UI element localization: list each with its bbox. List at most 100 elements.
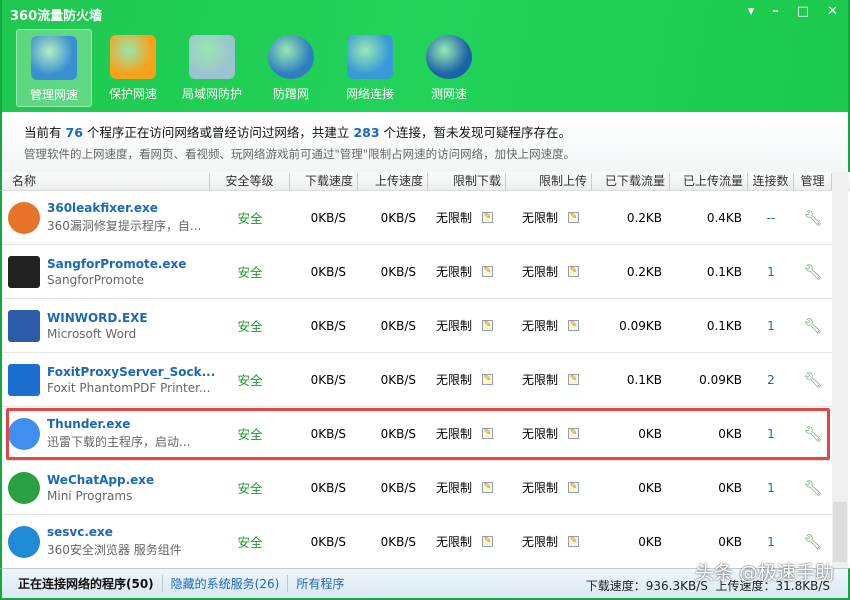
summary-line: 当前有76个程序正在访问网络或曾经访问过网络，共建立283个连接，暂未发现可疑程… xyxy=(24,122,571,141)
program-name: WeChatApp.exe xyxy=(47,473,154,487)
table-row[interactable]: Thunder.exe迅雷下载的主程序，启动... 安全 0KB/S 0KB/S… xyxy=(2,407,832,461)
limit-upload: 无限制✎ xyxy=(506,209,592,226)
edit-icon[interactable]: ✎ xyxy=(568,320,579,331)
vertical-scrollbar[interactable] xyxy=(832,172,848,568)
summary-panel: 当前有76个程序正在访问网络或曾经访问过网络，共建立283个连接，暂未发现可疑程… xyxy=(0,112,850,172)
toolbar-item-4[interactable]: 网络连接 xyxy=(332,29,408,107)
edit-icon[interactable]: ✎ xyxy=(482,266,493,277)
limit-upload: 无限制✎ xyxy=(506,263,592,280)
tab-all-programs[interactable]: 所有程序 xyxy=(288,575,352,592)
menu-dropdown-icon[interactable]: ▾ xyxy=(748,4,755,19)
edit-icon[interactable]: ✎ xyxy=(568,428,579,439)
edit-icon[interactable]: ✎ xyxy=(568,212,579,223)
connection-count[interactable]: 1 xyxy=(748,427,794,441)
edit-icon[interactable]: ✎ xyxy=(482,536,493,547)
toolbar-item-5[interactable]: 测网速 xyxy=(411,29,487,107)
wrench-icon[interactable]: 🔧︎ xyxy=(794,371,832,389)
edit-icon[interactable]: ✎ xyxy=(568,374,579,385)
toolbar-item-0[interactable]: 管理网速 xyxy=(16,29,92,107)
col-limit-upload[interactable]: 限制上传 xyxy=(506,173,592,190)
uploaded-traffic: 0.1KB xyxy=(670,265,748,279)
limit-download-value: 无限制 xyxy=(436,371,472,388)
header-bar: 360流量防火墙 ▾ – □ ✕ 管理网速保护网速局域网防护防蹭网网络连接测网速 xyxy=(0,0,850,112)
program-name: WINWORD.EXE xyxy=(47,311,148,325)
limit-upload: 无限制✎ xyxy=(506,425,592,442)
toolbar-label: 管理网速 xyxy=(17,86,91,103)
connection-count[interactable]: -- xyxy=(748,211,794,225)
360-browser-icon xyxy=(8,526,40,558)
limit-download-value: 无限制 xyxy=(436,317,472,334)
limit-download-value: 无限制 xyxy=(436,425,472,442)
download-speed: 0KB/S xyxy=(290,481,358,495)
connection-count[interactable]: 1 xyxy=(748,481,794,495)
brick-wall-icon xyxy=(189,35,235,79)
program-table: 360leakfixer.exe 360漏洞修复提示程序，自... 安全 0KB/… xyxy=(0,191,832,568)
wrench-icon[interactable]: 🔧︎ xyxy=(794,317,832,335)
col-downloaded[interactable]: 已下载流量 xyxy=(592,173,670,190)
edit-icon[interactable]: ✎ xyxy=(568,536,579,547)
safety-level: 安全 xyxy=(210,370,290,389)
upload-speed: 0KB/S xyxy=(358,373,428,387)
scrollbar-thumb[interactable] xyxy=(833,502,847,562)
barcode-icon xyxy=(8,256,40,288)
table-row[interactable]: WINWORD.EXEMicrosoft Word 安全 0KB/S 0KB/S… xyxy=(2,299,832,353)
col-upload-speed[interactable]: 上传速度 xyxy=(358,173,428,190)
wrench-icon[interactable]: 🔧︎ xyxy=(794,479,832,497)
tab-connected-programs[interactable]: 正在连接网络的程序(50) xyxy=(2,575,163,592)
edit-icon[interactable]: ✎ xyxy=(482,374,493,385)
wrench-icon[interactable]: 🔧︎ xyxy=(794,533,832,551)
download-speed: 0KB/S xyxy=(290,319,358,333)
edit-icon[interactable]: ✎ xyxy=(482,320,493,331)
table-row[interactable]: FoxitProxyServer_Sock... Foxit PhantomPDF… xyxy=(2,353,832,407)
connection-count[interactable]: 1 xyxy=(748,535,794,549)
foxit-window-icon xyxy=(8,364,40,396)
col-name[interactable]: 名称 xyxy=(2,173,210,190)
connection-count[interactable]: 1 xyxy=(748,265,794,279)
connection-count[interactable]: 1 xyxy=(748,319,794,333)
table-row[interactable]: WeChatApp.exeMini Programs 安全 0KB/S 0KB/… xyxy=(2,461,832,515)
table-row[interactable]: SangforPromote.exeSangforPromote 安全 0KB/… xyxy=(2,245,832,299)
minimize-icon[interactable]: – xyxy=(772,4,779,19)
upload-speed: 0KB/S xyxy=(358,535,428,549)
connection-count[interactable]: 2 xyxy=(748,373,794,387)
program-count: 76 xyxy=(66,125,83,140)
downloaded-traffic: 0.2KB xyxy=(592,211,670,225)
wrench-icon[interactable]: 🔧︎ xyxy=(794,425,832,443)
close-icon[interactable]: ✕ xyxy=(827,4,838,19)
wrench-icon[interactable]: 🔧︎ xyxy=(794,209,832,227)
col-safety[interactable]: 安全等级 xyxy=(210,173,290,190)
edit-icon[interactable]: ✎ xyxy=(482,482,493,493)
limit-upload: 无限制✎ xyxy=(506,317,592,334)
limit-download-value: 无限制 xyxy=(436,209,472,226)
col-limit-download[interactable]: 限制下载 xyxy=(428,173,506,190)
toolbar-label: 保护网速 xyxy=(95,85,171,102)
globe-shield-icon xyxy=(268,35,314,79)
edit-icon[interactable]: ✎ xyxy=(568,266,579,277)
program-cell: sesvc.exe360安全浏览器 服务组件 xyxy=(2,525,210,558)
toolbar-item-1[interactable]: 保护网速 xyxy=(95,29,171,107)
limit-upload-value: 无限制 xyxy=(522,479,558,496)
col-connections[interactable]: 连接数 xyxy=(748,173,794,190)
program-name: 360leakfixer.exe xyxy=(47,201,201,215)
edit-icon[interactable]: ✎ xyxy=(482,428,493,439)
downloaded-traffic: 0.09KB xyxy=(592,319,670,333)
program-name: FoxitProxyServer_Sock... xyxy=(47,365,215,379)
col-manage[interactable]: 管理 xyxy=(794,173,832,190)
wrench-icon[interactable]: 🔧︎ xyxy=(794,263,832,281)
program-cell: 360leakfixer.exe 360漏洞修复提示程序，自... xyxy=(2,201,210,234)
edit-icon[interactable]: ✎ xyxy=(568,482,579,493)
app-title: 360流量防火墙 xyxy=(10,5,102,24)
col-download-speed[interactable]: 下载速度 xyxy=(290,173,358,190)
connection-count: 283 xyxy=(353,125,379,140)
maximize-icon[interactable]: □ xyxy=(797,4,809,19)
col-uploaded[interactable]: 已上传流量 xyxy=(670,173,748,190)
program-description: 360漏洞修复提示程序，自... xyxy=(47,217,201,234)
edit-icon[interactable]: ✎ xyxy=(482,212,493,223)
toolbar-item-3[interactable]: 防蹭网 xyxy=(253,29,329,107)
download-speed: 0KB/S xyxy=(290,535,358,549)
tab-hidden-services[interactable]: 隐藏的系统服务(26) xyxy=(163,575,289,592)
table-row[interactable]: 360leakfixer.exe360漏洞修复提示程序，自... 安全 0KB/… xyxy=(2,191,832,245)
program-description: Foxit PhantomPDF Printer... xyxy=(47,381,215,395)
watermark: 头条 @极速手助 xyxy=(695,558,834,585)
toolbar-item-2[interactable]: 局域网防护 xyxy=(174,29,250,107)
